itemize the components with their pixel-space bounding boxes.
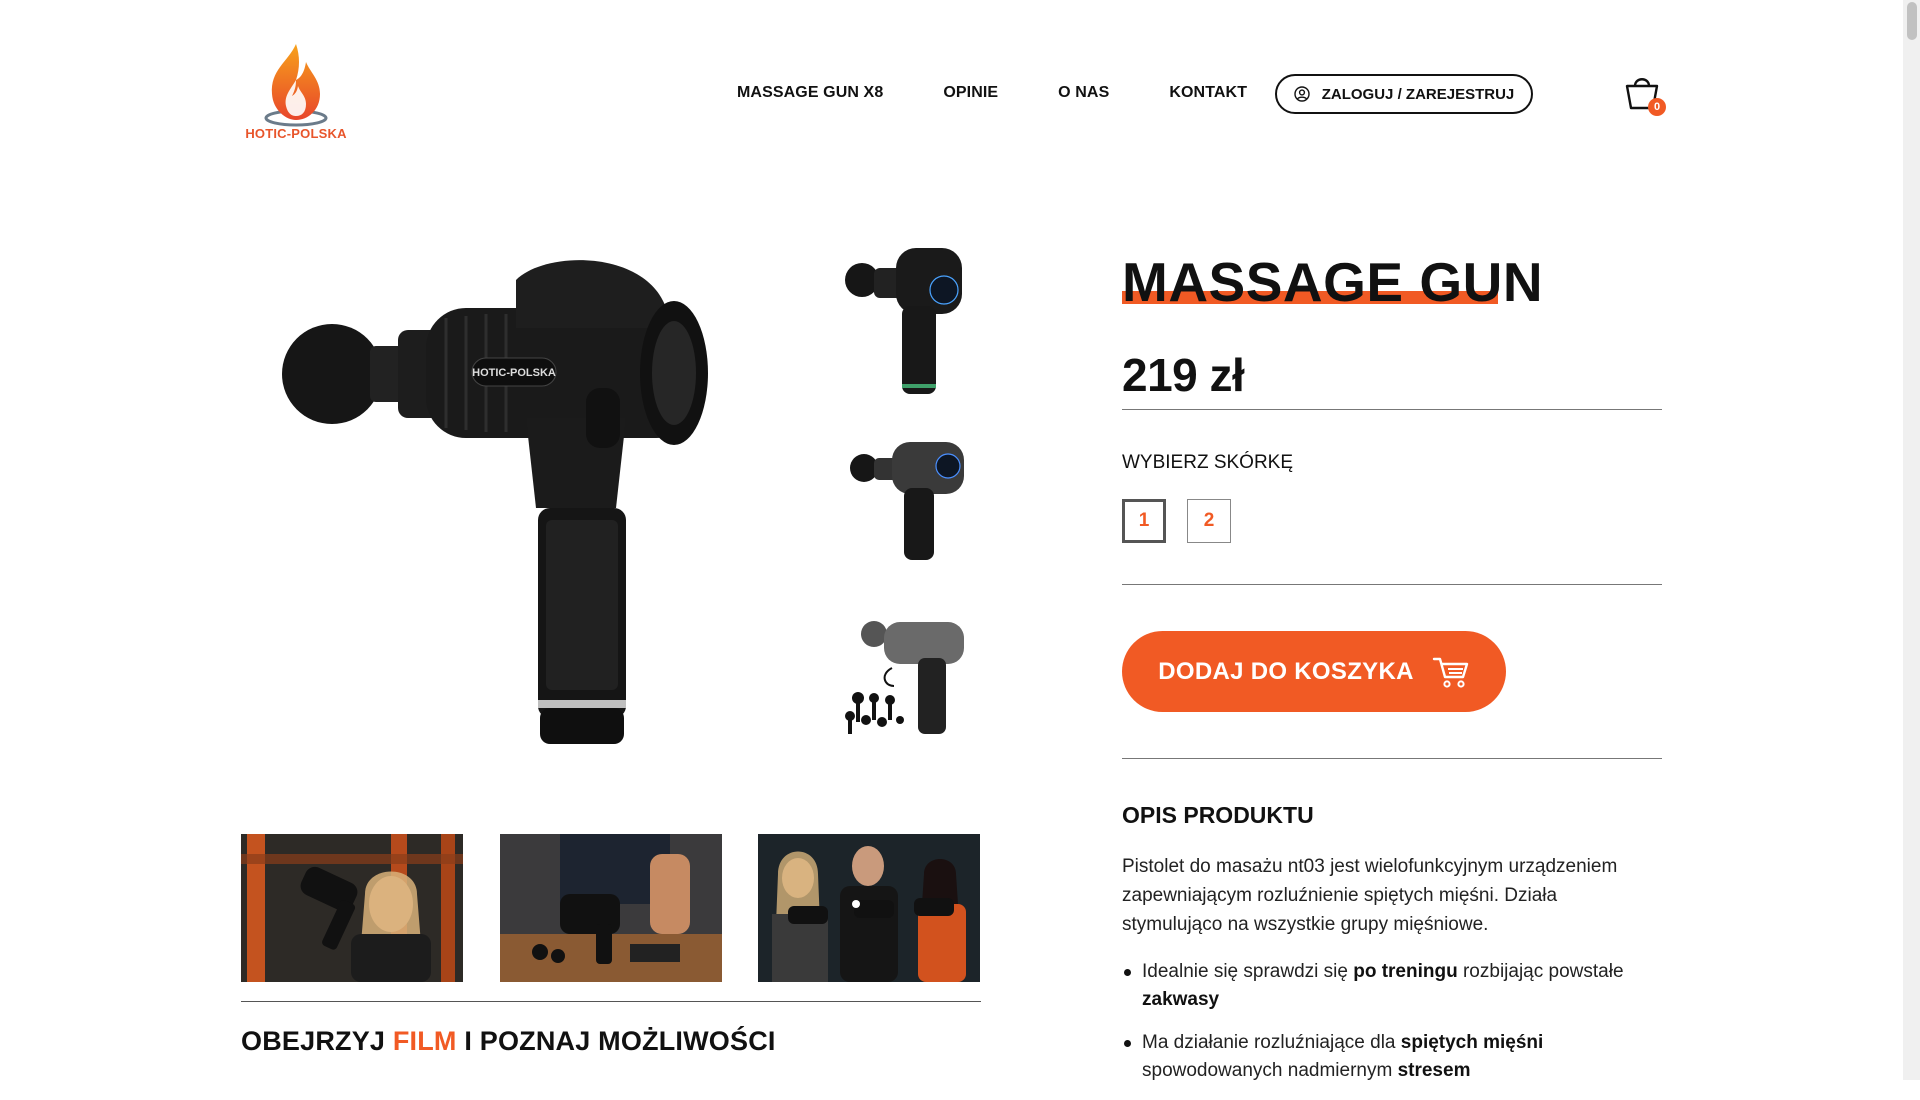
- list-item: Idealnie się sprawdzi się po treningu ro…: [1122, 958, 1662, 1014]
- skin-option-2[interactable]: 2: [1187, 499, 1231, 543]
- login-register-button[interactable]: ZALOGUJ / ZAREJESTRUJ: [1275, 74, 1533, 114]
- skin-option-1[interactable]: 1: [1122, 499, 1166, 543]
- cart-icon: [1432, 657, 1468, 688]
- lifestyle-photo-3[interactable]: [758, 834, 980, 982]
- skin-label: WYBIERZ SKÓRKĘ: [1122, 452, 1294, 473]
- cart-button[interactable]: 0: [1622, 72, 1668, 118]
- cart-count-badge: 0: [1648, 98, 1666, 116]
- logo-text: HOTIC-POLSKA: [245, 126, 347, 141]
- thumbnail-2[interactable]: [840, 436, 970, 596]
- lifestyle-photo-1[interactable]: [241, 834, 463, 982]
- scrollbar-thumb[interactable]: [1907, 2, 1917, 40]
- add-to-cart-button[interactable]: DODAJ DO KOSZYKA: [1122, 631, 1506, 712]
- page-scrollbar[interactable]: [1903, 0, 1920, 1080]
- video-heading-part3: I POZNAJ MOŻLIWOŚCI: [456, 1026, 776, 1056]
- divider-cart: [1122, 758, 1662, 759]
- product-price: 219 zł: [1122, 349, 1245, 401]
- nav-item-massage-gun[interactable]: MASSAGE GUN X8: [737, 84, 883, 102]
- add-to-cart-label: DODAJ DO KOSZYKA: [1158, 657, 1414, 685]
- divider-price: [1122, 409, 1662, 410]
- video-heading: OBEJRZYJ FILM I POZNAJ MOŻLIWOŚCI: [241, 1026, 776, 1057]
- gallery-divider: [241, 1001, 981, 1002]
- list-item: Ma działanie rozluźniające dla spiętych …: [1122, 1029, 1662, 1085]
- video-heading-part1: OBEJRZYJ: [241, 1026, 393, 1056]
- video-heading-film: FILM: [392, 1026, 457, 1056]
- user-icon: [1294, 86, 1310, 102]
- thumbnail-1[interactable]: [840, 244, 970, 404]
- description-bullets: Idealnie się sprawdzi się po treningu ro…: [1122, 958, 1662, 1100]
- flame-logo-icon: [264, 44, 328, 127]
- description-text: Pistolet do masażu nt03 jest wielofunkcy…: [1122, 856, 1618, 935]
- lifestyle-photo-2[interactable]: [500, 834, 722, 982]
- brand-logo[interactable]: HOTIC-POLSKA: [240, 40, 352, 144]
- product-title: MASSAGE GUN: [1122, 251, 1544, 313]
- nav-item-o-nas[interactable]: O NAS: [1058, 84, 1109, 102]
- divider-skin: [1122, 584, 1662, 585]
- nav-item-kontakt[interactable]: KONTAKT: [1169, 84, 1247, 102]
- thumbnail-3[interactable]: [840, 602, 970, 762]
- nav-item-opinie[interactable]: OPINIE: [943, 84, 998, 102]
- main-product-image[interactable]: HOTIC-POLSKA: [276, 248, 716, 748]
- device-logo-text: HOTIC-POLSKA: [472, 367, 556, 379]
- main-nav: MASSAGE GUN X8 OPINIE O NAS KONTAKT: [737, 84, 1307, 102]
- description-heading: OPIS PRODUKTU: [1122, 802, 1314, 828]
- login-label: ZALOGUJ / ZAREJESTRUJ: [1321, 85, 1515, 103]
